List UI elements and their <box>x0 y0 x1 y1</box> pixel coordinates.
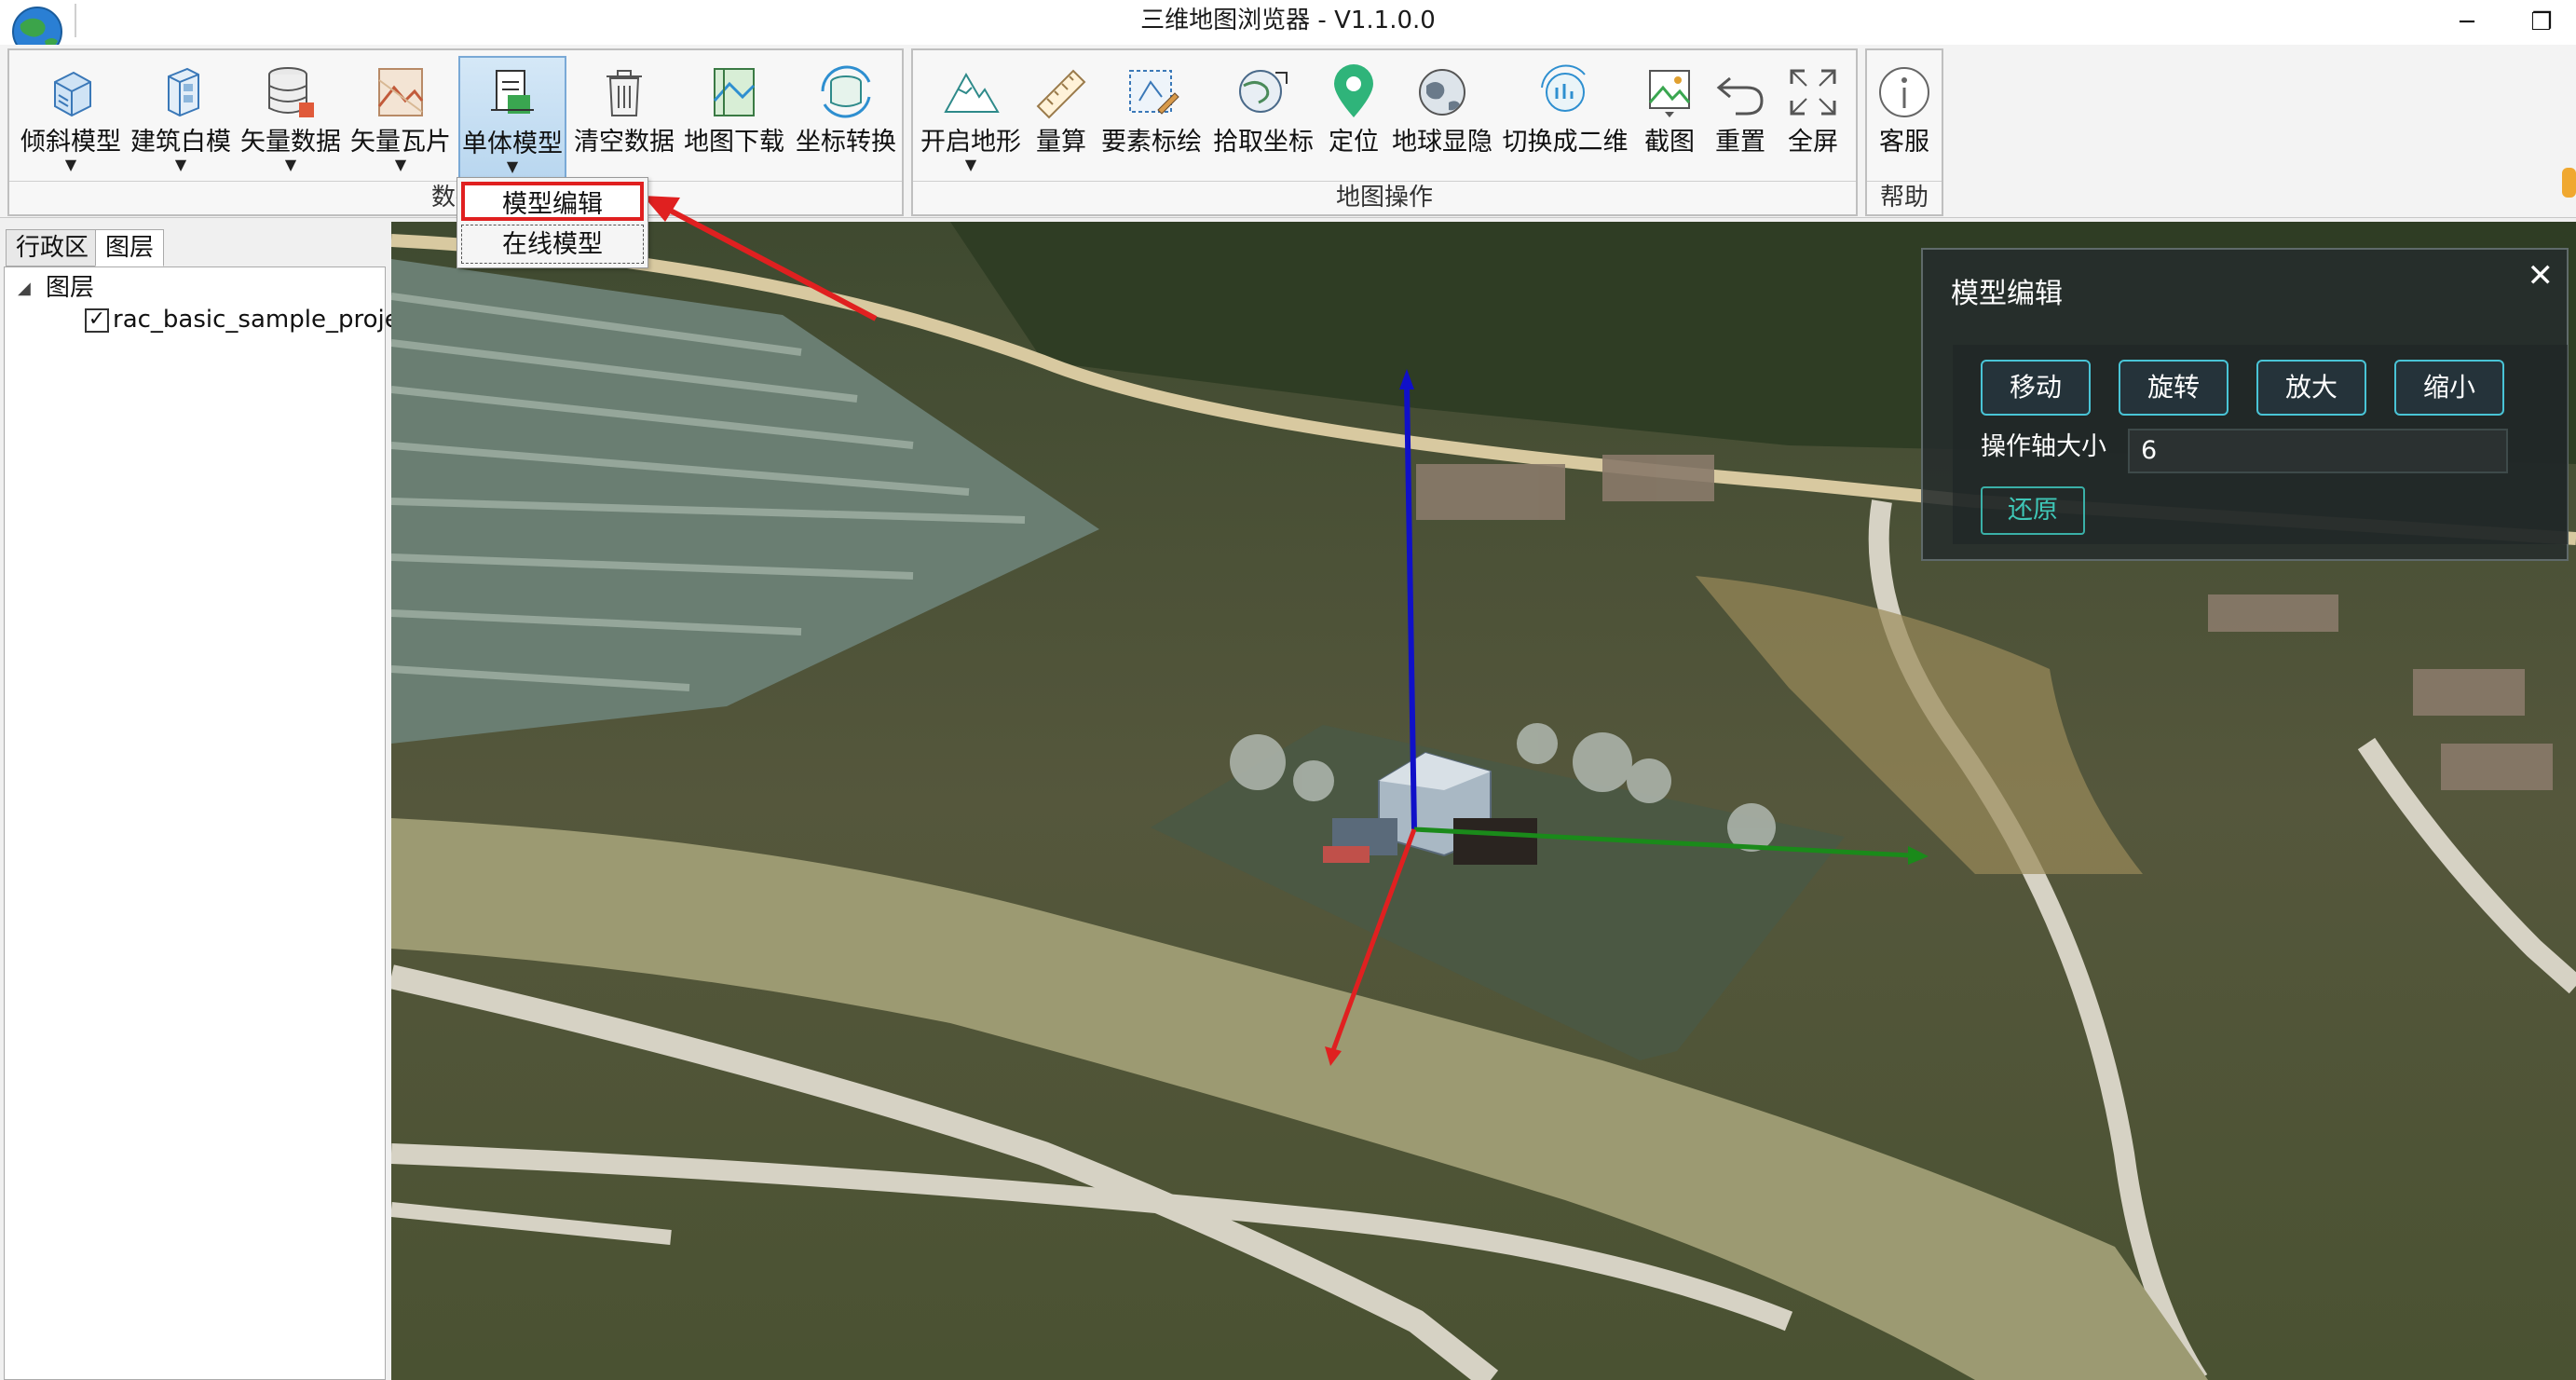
chevron-down-icon: ▼ <box>964 156 977 173</box>
pick-coordinate-label: 拾取坐标 <box>1213 128 1314 157</box>
scale-down-button[interactable]: 缩小 <box>2394 360 2504 416</box>
model-edit-panel: 模型编辑 ✕ 移动 旋转 放大 缩小 操作轴大小 6 还原 <box>1921 248 2569 561</box>
customer-service-button[interactable]: 客服 <box>1871 56 1938 183</box>
minimize-button[interactable]: ─ <box>2430 0 2504 45</box>
measure-button[interactable]: 量算 <box>1029 56 1094 183</box>
building-white-model-icon <box>168 67 199 117</box>
clear-data-label: 清空数据 <box>574 128 675 157</box>
feature-plot-icon <box>1129 70 1179 115</box>
ribbon-group-data: 倾斜模型 ▼ 建筑白模 ▼ 矢量数据 ▼ 矢量瓦片 ▼ 单体模型 ▼ 清空数据 … <box>7 48 904 216</box>
locate-label: 定位 <box>1329 128 1379 157</box>
measure-label: 量算 <box>1036 128 1086 157</box>
window-title: 三维地图浏览器 - V1.1.0.0 <box>1140 7 1436 34</box>
model-edit-title: 模型编辑 <box>1951 278 2063 310</box>
screenshot-icon <box>1648 70 1691 117</box>
ribbon-group-map-label: 地图操作 <box>913 181 1856 214</box>
reset-icon <box>1716 76 1764 116</box>
pick-coordinate-button[interactable]: 拾取坐标 <box>1209 56 1317 183</box>
axis-size-input[interactable]: 6 <box>2128 429 2508 473</box>
vector-data-label: 矢量数据 <box>240 128 341 157</box>
restore-model-button[interactable]: 还原 <box>1981 486 2085 535</box>
switch-2d-label: 切换成二维 <box>1502 128 1629 157</box>
pick-coordinate-icon <box>1239 70 1288 113</box>
ribbon-group-map: 开启地形 ▼ 量算 要素标绘 拾取坐标 定位 地球显隐 切换成二维 截图 重置 … <box>911 48 1858 216</box>
vector-tile-icon <box>377 68 424 116</box>
map-download-label: 地图下载 <box>684 128 784 157</box>
app-window: 三维地图浏览器 - V1.1.0.0 ─ ❐ 倾斜模型 ▼ 建筑白模 ▼ 矢量数… <box>0 0 2576 1380</box>
model-edit-body: 移动 旋转 放大 缩小 操作轴大小 6 还原 <box>1953 345 2568 544</box>
layer-tree: ◢ 图层 ✓ rac_basic_sample_project <box>4 266 422 1380</box>
oblique-model-icon <box>54 71 91 117</box>
trash-icon <box>607 70 642 116</box>
fullscreen-button[interactable]: 全屏 <box>1778 56 1848 183</box>
tab-layers[interactable]: 图层 <box>95 229 165 266</box>
switch-2d-icon <box>1541 64 1586 112</box>
scale-up-button[interactable]: 放大 <box>2256 360 2366 416</box>
layer-checkbox[interactable]: ✓ <box>85 308 109 333</box>
coordinate-convert-label: 坐标转换 <box>796 128 896 157</box>
close-icon[interactable]: ✕ <box>2528 257 2555 294</box>
vector-data-button[interactable]: 矢量数据 ▼ <box>239 56 343 183</box>
reset-label: 重置 <box>1715 128 1765 157</box>
menu-item-model-edit[interactable]: 模型编辑 <box>461 182 644 221</box>
ribbon-group-data-label: 数据 <box>9 181 902 214</box>
chevron-down-icon: ▼ <box>506 157 519 175</box>
fullscreen-label: 全屏 <box>1788 128 1838 157</box>
tree-collapse-toggle[interactable]: ◢ <box>18 279 31 298</box>
chevron-down-icon: ▼ <box>174 156 187 173</box>
terrain-button[interactable]: 开启地形 ▼ <box>917 56 1025 183</box>
single-model-icon <box>491 70 534 114</box>
clear-data-button[interactable]: 清空数据 <box>572 56 676 183</box>
single-model-button[interactable]: 单体模型 ▼ <box>458 56 566 183</box>
oblique-model-label: 倾斜模型 <box>20 128 121 157</box>
ruler-icon <box>1036 69 1086 119</box>
fullscreen-icon <box>1790 69 1836 116</box>
screenshot-label: 截图 <box>1644 128 1695 157</box>
vector-tile-label: 矢量瓦片 <box>350 128 451 157</box>
vector-data-icon <box>268 67 314 117</box>
left-panel: 行政区 图层 ◢ 图层 ✓ rac_basic_sample_project <box>0 218 422 1380</box>
single-model-label: 单体模型 <box>462 130 563 158</box>
coordinate-convert-button[interactable]: 坐标转换 <box>792 56 900 183</box>
ribbon-group-help: 客服 帮助 <box>1865 48 1943 216</box>
terrain-label: 开启地形 <box>920 128 1021 157</box>
chevron-down-icon: ▼ <box>64 156 77 173</box>
ribbon-group-help-label: 帮助 <box>1867 181 1942 214</box>
info-icon <box>1879 67 1929 117</box>
axis-size-label: 操作轴大小 <box>1981 432 2106 461</box>
location-pin-icon <box>1334 64 1373 117</box>
map-download-button[interactable]: 地图下载 <box>682 56 786 183</box>
feature-plot-label: 要素标绘 <box>1101 128 1202 157</box>
customer-service-label: 客服 <box>1879 128 1929 157</box>
screenshot-button[interactable]: 截图 <box>1636 56 1703 183</box>
ribbon-toolbar: 倾斜模型 ▼ 建筑白模 ▼ 矢量数据 ▼ 矢量瓦片 ▼ 单体模型 ▼ 清空数据 … <box>0 45 2576 218</box>
building-white-model-button[interactable]: 建筑白模 ▼ <box>129 56 233 183</box>
coordinate-convert-icon <box>821 65 871 118</box>
switch-2d-button[interactable]: 切换成二维 <box>1500 56 1630 183</box>
title-bar: 三维地图浏览器 - V1.1.0.0 ─ ❐ <box>0 0 2576 52</box>
single-model-dropdown: 模型编辑 在线模型 <box>457 177 648 268</box>
restore-button[interactable]: ❐ <box>2504 0 2576 45</box>
terrain-icon <box>944 72 1000 113</box>
chevron-down-icon: ▼ <box>284 156 297 173</box>
chevron-down-icon: ▼ <box>394 156 407 173</box>
oblique-model-button[interactable]: 倾斜模型 ▼ <box>19 56 123 183</box>
tree-root-label[interactable]: 图层 <box>46 271 94 305</box>
tree-layer-label[interactable]: rac_basic_sample_project <box>113 303 422 336</box>
map-download-icon <box>713 68 756 116</box>
vector-tile-button[interactable]: 矢量瓦片 ▼ <box>348 56 453 183</box>
tab-admin-region[interactable]: 行政区 <box>6 229 100 266</box>
globe-toggle-label: 地球显隐 <box>1392 128 1492 157</box>
floating-widget-icon[interactable] <box>2558 164 2576 201</box>
reset-button[interactable]: 重置 <box>1707 56 1774 183</box>
building-white-model-label: 建筑白模 <box>130 128 231 157</box>
globe-icon <box>1419 69 1465 116</box>
feature-plot-button[interactable]: 要素标绘 <box>1097 56 1206 183</box>
move-button[interactable]: 移动 <box>1981 360 2091 416</box>
globe-toggle-button[interactable]: 地球显隐 <box>1388 56 1496 183</box>
menu-item-online-model[interactable]: 在线模型 <box>461 225 644 264</box>
rotate-button[interactable]: 旋转 <box>2119 360 2228 416</box>
locate-button[interactable]: 定位 <box>1321 56 1386 183</box>
